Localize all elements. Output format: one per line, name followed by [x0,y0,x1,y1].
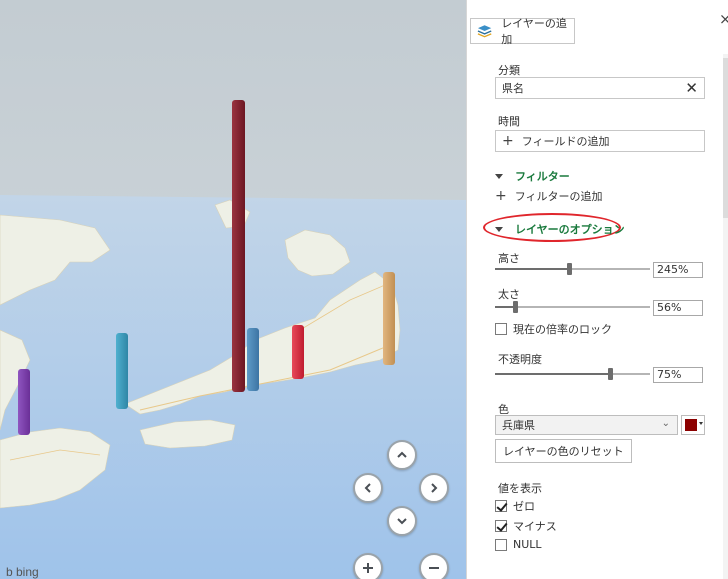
add-field-label: フィールドの追加 [521,135,610,148]
chevron-down-icon [397,518,407,525]
opacity-label: 不透明度 [498,353,542,366]
map-view[interactable]: b bing [0,0,466,579]
bar-blue [247,328,259,391]
show-zero-checkbox[interactable]: ゼロ [495,498,535,514]
add-layer-label: レイヤーの追加 [501,17,567,46]
pan-up-button[interactable] [387,440,417,470]
checkbox-box[interactable] [495,323,507,335]
plus-icon: + [495,188,507,204]
color-swatch [685,419,697,431]
slider-thumb[interactable] [513,301,518,313]
opacity-value[interactable]: 75% [653,367,703,383]
show-negative-label: マイナス [513,520,557,533]
zoom-in-button[interactable] [353,553,383,579]
checkbox-box[interactable] [495,500,507,512]
color-target-select[interactable]: 兵庫県 ⌄ [495,415,678,435]
lock-scale-checkbox[interactable]: 現在の倍率のロック [495,321,612,337]
opacity-slider[interactable] [495,367,650,381]
checkbox-box[interactable] [495,520,507,532]
chevron-up-icon [397,451,407,458]
scroll-thumb[interactable] [723,58,728,218]
expand-triangle-icon [495,226,503,232]
close-pane-button[interactable]: × [719,10,728,28]
slider-fill [495,373,608,375]
expand-triangle-icon [495,173,503,179]
layers-icon [477,25,492,38]
plus-icon [363,563,373,573]
bar-tan [383,272,395,365]
layer-options-section-header[interactable]: レイヤーのオプション [495,221,625,237]
minus-icon [429,567,439,569]
layer-options-title: レイヤーのオプション [515,223,625,236]
slider-thumb[interactable] [608,368,613,380]
lock-scale-label: 現在の倍率のロック [513,323,612,336]
checkbox-box[interactable] [495,538,507,551]
thickness-value[interactable]: 56% [653,300,703,316]
chevron-right-icon [431,483,438,493]
slider-fill [495,268,567,270]
chevron-down-icon: ⌄ [661,418,670,429]
bar-teal [116,333,128,409]
bar-red [292,325,304,379]
color-target-value: 兵庫県 [502,419,535,432]
slider-track [495,306,650,308]
pan-right-button[interactable] [419,473,449,503]
category-value: 県名 [502,82,524,95]
zoom-out-button[interactable] [419,553,449,579]
show-zero-label: ゼロ [513,500,535,513]
add-filter-label: フィルターの追加 [514,190,603,203]
show-null-checkbox[interactable]: NULL [495,538,542,551]
height-slider[interactable] [495,262,650,276]
category-label: 分類 [498,64,520,77]
pan-left-button[interactable] [353,473,383,503]
add-layer-button[interactable]: レイヤーの追加 [470,17,575,46]
add-filter-button[interactable]: + フィルターの追加 [495,188,603,204]
add-time-field[interactable]: + フィールドの追加 [495,130,705,152]
dropdown-arrow-icon [699,422,703,425]
thickness-slider[interactable] [495,300,650,314]
category-field[interactable]: 県名 ✕ [495,77,705,99]
show-values-label: 値を表示 [498,482,542,495]
plus-icon: + [502,133,514,149]
filter-section-header[interactable]: フィルター [495,168,570,184]
slider-thumb[interactable] [567,263,572,275]
layer-pane: × レイヤーの追加 分類 県名 ✕ 時間 + フィールドの追加 フィルター + … [466,0,728,579]
bar-purple [18,369,30,435]
bing-logo: b bing [6,565,39,579]
bar-darkred [232,100,245,392]
slider-fill [495,306,513,308]
chevron-left-icon [364,483,371,493]
height-value[interactable]: 245% [653,262,703,278]
pan-down-button[interactable] [387,506,417,536]
filter-section-title: フィルター [515,170,570,183]
color-picker-button[interactable] [681,415,705,435]
reset-layer-color-button[interactable]: レイヤーの色のリセット [495,439,632,463]
time-label: 時間 [498,115,520,128]
pane-scrollbar[interactable] [723,54,728,579]
show-negative-checkbox[interactable]: マイナス [495,518,557,534]
remove-category-icon[interactable]: ✕ [685,79,698,97]
show-null-label: NULL [513,538,542,551]
